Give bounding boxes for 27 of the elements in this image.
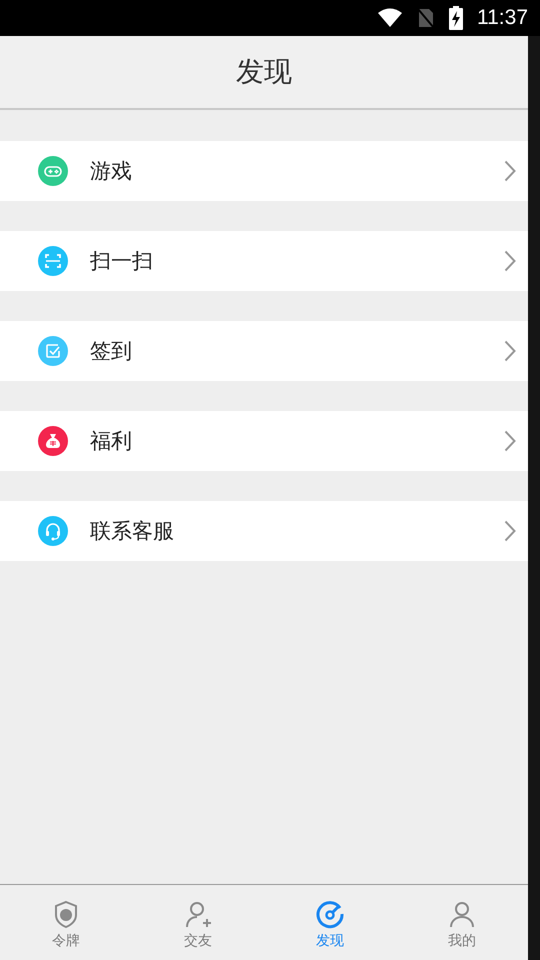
chevron-right-icon xyxy=(504,160,516,182)
compass-icon xyxy=(316,900,344,930)
menu-item[interactable]: 游戏 xyxy=(0,141,528,201)
wifi-icon xyxy=(377,8,403,28)
add-person-icon xyxy=(184,900,212,930)
menu-item[interactable]: 签到 xyxy=(0,321,528,381)
shield-icon xyxy=(52,900,80,930)
nav-tab[interactable]: 交友 xyxy=(132,885,264,960)
menu-item-label: 福利 xyxy=(90,428,133,455)
menu-item-label: 游戏 xyxy=(90,158,133,185)
person-icon xyxy=(448,900,476,930)
menu-item[interactable]: 扫一扫 xyxy=(0,231,528,291)
clock: 11:37 xyxy=(477,6,528,30)
no-sim-icon xyxy=(417,7,435,29)
menu-item[interactable]: 联系客服 xyxy=(0,501,528,561)
chevron-right-icon xyxy=(504,520,516,542)
menu-item-label: 签到 xyxy=(90,338,133,365)
menu-item-label: 扫一扫 xyxy=(90,248,154,275)
chevron-right-icon xyxy=(504,250,516,272)
menu-item[interactable]: 福利 xyxy=(0,411,528,471)
chevron-right-icon xyxy=(504,340,516,362)
nav-tab[interactable]: 我的 xyxy=(396,885,528,960)
chevron-right-icon xyxy=(504,430,516,452)
battery-charging-icon xyxy=(449,6,463,30)
nav-tab[interactable]: 令牌 xyxy=(0,885,132,960)
menu-item-label: 联系客服 xyxy=(90,518,175,545)
page-title: 发现 xyxy=(236,54,292,90)
